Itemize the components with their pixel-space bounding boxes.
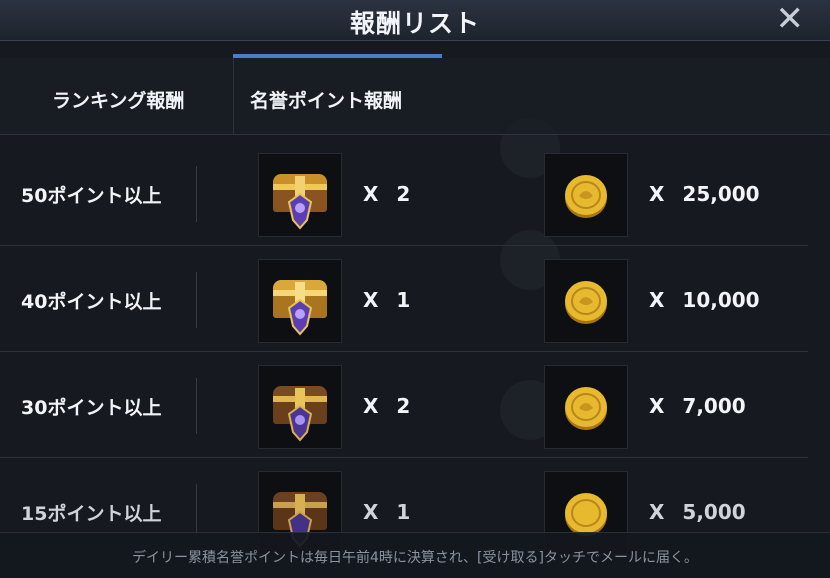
reward-threshold-label: 40ポイント以上	[21, 291, 162, 313]
gold-coin-slot[interactable]	[544, 365, 628, 449]
row-divider	[196, 378, 197, 434]
chest-quantity: X2	[363, 182, 410, 206]
tab-honor-point-reward[interactable]: 名誉ポイント報酬	[250, 86, 402, 113]
multiply-sign: X	[363, 394, 379, 418]
treasure-chest-icon	[273, 280, 327, 336]
reward-row: 50ポイント以上 X2 X 25,000	[0, 140, 830, 246]
coin-quantity: X 5,000	[649, 500, 746, 524]
treasure-chest-slot[interactable]	[258, 365, 342, 449]
treasure-chest-icon	[273, 386, 327, 442]
coin-quantity-value: 5,000	[682, 500, 746, 524]
multiply-sign: X	[363, 500, 379, 524]
row-divider	[196, 272, 197, 328]
treasure-chest-slot[interactable]	[258, 153, 342, 237]
multiply-sign: X	[649, 500, 665, 524]
footer-notice: デイリー累積名誉ポイントは毎日午前4時に決算され、[受け取る]タッチでメールに届…	[0, 532, 830, 578]
multiply-sign: X	[363, 288, 379, 312]
reward-row: 30ポイント以上 X2 X 7,000	[0, 352, 830, 458]
coin-quantity-value: 25,000	[682, 182, 760, 206]
treasure-chest-slot[interactable]	[258, 259, 342, 343]
coin-quantity: X 10,000	[649, 288, 760, 312]
reward-row: 40ポイント以上 X1 X 10,000	[0, 246, 830, 352]
chest-quantity-value: 2	[396, 182, 411, 206]
multiply-sign: X	[649, 394, 665, 418]
footer-notice-text: デイリー累積名誉ポイントは毎日午前4時に決算され、[受け取る]タッチでメールに届…	[132, 550, 698, 566]
close-icon[interactable]: ✕	[776, 2, 805, 36]
gold-coin-icon	[565, 281, 607, 324]
reward-threshold-label: 30ポイント以上	[21, 397, 162, 419]
gold-coin-icon	[565, 387, 607, 430]
tab-divider	[233, 58, 234, 134]
multiply-sign: X	[649, 182, 665, 206]
coin-quantity: X 25,000	[649, 182, 760, 206]
coin-quantity: X 7,000	[649, 394, 746, 418]
chest-quantity-value: 1	[396, 500, 411, 524]
treasure-chest-icon	[273, 174, 327, 230]
chest-quantity: X1	[363, 288, 410, 312]
multiply-sign: X	[363, 182, 379, 206]
reward-tabs: ランキング報酬 名誉ポイント報酬	[0, 54, 830, 135]
multiply-sign: X	[649, 288, 665, 312]
dialog-title: 報酬リスト	[349, 9, 480, 38]
chest-quantity-value: 2	[396, 394, 411, 418]
row-divider	[196, 166, 197, 222]
chest-quantity: X2	[363, 394, 410, 418]
gold-coin-slot[interactable]	[544, 259, 628, 343]
chest-quantity-value: 1	[396, 288, 411, 312]
active-tab-indicator	[233, 54, 442, 58]
coin-quantity-value: 7,000	[682, 394, 746, 418]
chest-quantity: X1	[363, 500, 410, 524]
reward-threshold-label: 50ポイント以上	[21, 185, 162, 207]
tab-ranking-reward[interactable]: ランキング報酬	[52, 86, 184, 113]
gold-coin-icon	[565, 175, 607, 218]
title-bar: 報酬リスト ✕	[0, 0, 830, 41]
coin-quantity-value: 10,000	[682, 288, 760, 312]
reward-threshold-label: 15ポイント以上	[21, 503, 162, 525]
gold-coin-slot[interactable]	[544, 153, 628, 237]
